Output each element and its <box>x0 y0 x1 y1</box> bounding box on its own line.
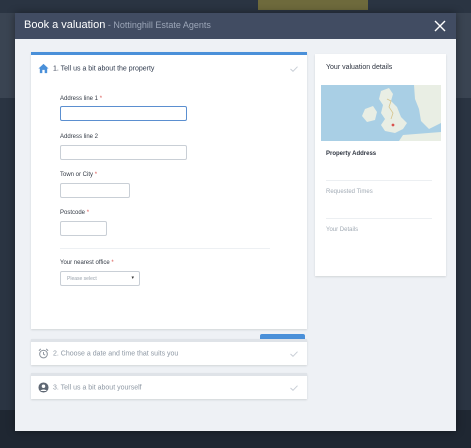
step-2-panel[interactable]: 2. Choose a date and time that suits you <box>31 339 307 365</box>
background-page-button <box>258 0 368 10</box>
property-address-label: Property Address <box>326 151 377 157</box>
step-3-title: 3. Tell us a bit about yourself <box>53 384 142 392</box>
nearest-office-placeholder: Please select <box>67 276 97 282</box>
user-icon <box>38 382 49 393</box>
step-2-title: 2. Choose a date and time that suits you <box>53 350 179 358</box>
close-icon[interactable] <box>433 19 447 33</box>
check-icon <box>290 385 298 391</box>
valuation-details-title: Your valuation details <box>326 64 393 71</box>
map-image <box>321 85 441 141</box>
divider <box>326 218 432 219</box>
nearest-office-select[interactable]: Please select ▾ <box>60 271 140 286</box>
step-3-header[interactable]: 3. Tell us a bit about yourself <box>38 382 142 393</box>
town-label: Town or City * <box>60 172 98 178</box>
step-1-title: 1. Tell us a bit about the property <box>53 65 155 73</box>
address-line-1-input[interactable] <box>60 106 187 121</box>
modal-title-text: Book a valuation <box>24 19 106 31</box>
your-details-label: Your Details <box>326 227 359 233</box>
form-divider <box>60 248 270 249</box>
nearest-office-label: Your nearest office * <box>60 260 114 266</box>
address-line-1-label: Address line 1 * <box>60 96 103 102</box>
step-1-header[interactable]: 1. Tell us a bit about the property <box>38 63 154 74</box>
chevron-down-icon: ▾ <box>131 275 134 281</box>
modal-title: Book a valuation - Nottinghill Estate Ag… <box>24 19 211 31</box>
step-1-panel: 1. Tell us a bit about the property Addr… <box>31 52 307 351</box>
step-2-header[interactable]: 2. Choose a date and time that suits you <box>38 348 178 359</box>
modal-subtitle: - Nottinghill Estate Agents <box>105 20 211 30</box>
valuation-modal: Book a valuation - Nottinghill Estate Ag… <box>15 13 456 431</box>
check-icon <box>290 351 298 357</box>
address-line-2-label: Address line 2 <box>60 134 99 140</box>
address-line-2-input[interactable] <box>60 145 187 160</box>
postcode-input[interactable] <box>60 221 107 236</box>
divider <box>326 180 432 181</box>
check-icon <box>290 66 298 72</box>
postcode-label: Postcode * <box>60 210 90 216</box>
alarm-clock-icon <box>38 348 49 359</box>
step-3-panel[interactable]: 3. Tell us a bit about yourself <box>31 373 307 399</box>
home-icon <box>38 63 49 74</box>
valuation-details-panel: Your valuation details Property Address … <box>315 54 446 276</box>
requested-times-label: Requested Times <box>326 189 373 195</box>
modal-header: Book a valuation - Nottinghill Estate Ag… <box>15 13 456 39</box>
town-input[interactable] <box>60 183 130 198</box>
